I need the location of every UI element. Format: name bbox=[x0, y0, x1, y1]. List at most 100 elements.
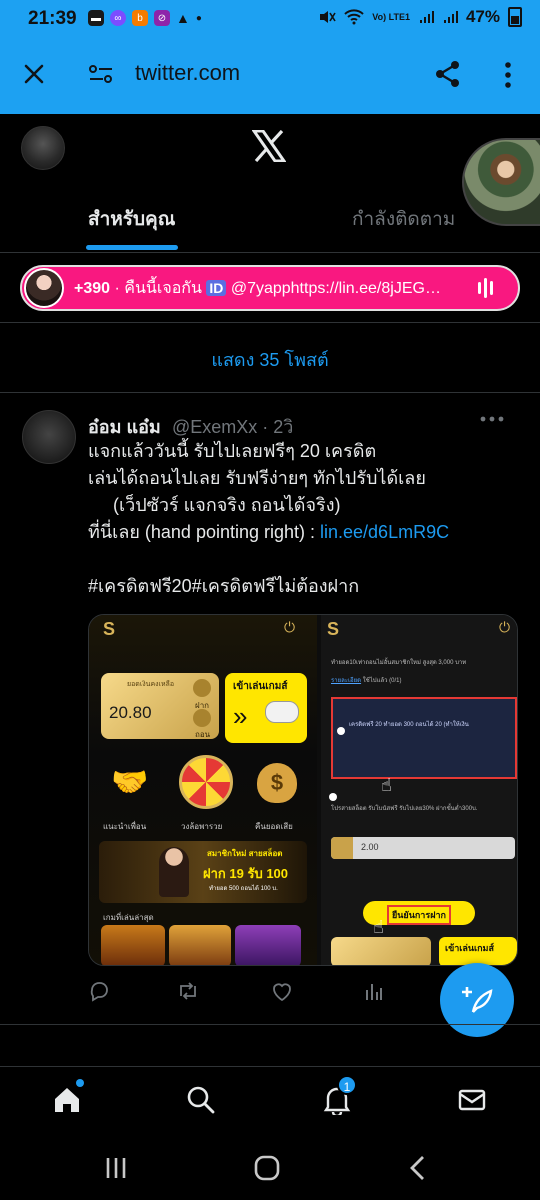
tweet-author-name[interactable]: อ๋อม แอ๋ม bbox=[88, 412, 161, 441]
live-space-banner[interactable]: +390 · คืนนี้เจอกัน ID @7yapphttps://lin… bbox=[20, 265, 520, 311]
free-credit-option[interactable]: เครดิตฟรี 20 ทำยอด 300 ถอนได้ 20 (ทำให้เ… bbox=[331, 697, 517, 779]
tweet-hashtags[interactable]: #เครดิตฟรี20#เครดิตฟรีไม่ต้องฝาก bbox=[88, 573, 518, 600]
mute-icon bbox=[320, 11, 336, 23]
audio-bars-icon bbox=[478, 278, 493, 298]
tab-following[interactable]: กำลังติดตาม bbox=[352, 204, 455, 234]
promo-model-image bbox=[159, 847, 189, 897]
wheel-icon bbox=[179, 755, 233, 809]
menu-referral: แนะนำเพื่อน bbox=[103, 822, 147, 831]
site-settings-icon[interactable] bbox=[88, 63, 114, 85]
messages-icon[interactable] bbox=[457, 1085, 487, 1115]
balance-label: ยอดเงินคงเหลือ bbox=[127, 681, 175, 688]
gamepad-icon bbox=[265, 701, 299, 723]
warning-icon: ▲ bbox=[176, 10, 190, 26]
chat-notification-icon: ▬ bbox=[88, 10, 104, 26]
link-notification-icon: ⊘ bbox=[154, 10, 170, 26]
more-vert-icon[interactable] bbox=[503, 61, 513, 89]
tab-for-you[interactable]: สำหรับคุณ bbox=[88, 204, 175, 234]
live-banner-text: +390 · คืนนี้เจอกัน ID @7yapphttps://lin… bbox=[74, 276, 472, 301]
promo-banner[interactable]: สมาชิกใหม่ สายสล็อต ฝาก 19 รับ 100 ทำยอด… bbox=[99, 841, 307, 903]
tweet-link[interactable]: lin.ee/d6LmR9C bbox=[320, 522, 449, 542]
share-icon[interactable] bbox=[434, 60, 462, 88]
compose-post-button[interactable] bbox=[440, 963, 514, 1037]
tweet-more-icon[interactable] bbox=[480, 416, 504, 422]
tweet-link-prefix: ที่นี่เลย (hand pointing right) : bbox=[88, 522, 321, 542]
power-icon: ⏻ bbox=[284, 619, 296, 635]
confirm-deposit-label: ยืนยันการฝาก bbox=[387, 905, 451, 925]
search-icon[interactable] bbox=[186, 1085, 216, 1115]
profile-avatar[interactable] bbox=[21, 126, 65, 170]
tweet-text: แจกแล้ววันนี้ รับไปเลยฟรีๆ 20 เครดิต เล่… bbox=[88, 438, 518, 600]
power-icon: ⏻ bbox=[499, 619, 511, 635]
battery-icon bbox=[508, 7, 522, 27]
promo-title: สมาชิกใหม่ สายสล็อต bbox=[207, 849, 283, 858]
tweet-divider bbox=[0, 1024, 540, 1025]
notification-icons: ▬ ∞ b ⊘ ▲ ● bbox=[88, 10, 202, 26]
play-games-card-small[interactable]: เข้าเล่นเกมส์ bbox=[439, 937, 517, 965]
game-thumb[interactable] bbox=[101, 925, 165, 965]
views-icon[interactable] bbox=[364, 980, 384, 1002]
hand-cursor-icon: ☝ bbox=[373, 917, 384, 937]
game-thumb[interactable] bbox=[235, 925, 301, 965]
play-games-card[interactable]: เข้าเล่นเกมส์ » bbox=[225, 673, 307, 743]
balance-card-small bbox=[331, 937, 431, 965]
bottom-nav: 1 bbox=[0, 1066, 540, 1136]
tweet-line: เล่นได้ถอนไปเลย รับฟรีง่ายๆ ทักไปรับได้เ… bbox=[88, 468, 426, 488]
recent-games-label: เกมที่เล่นล่าสุด bbox=[103, 913, 154, 922]
status-bar: 21:39 ▬ ∞ b ⊘ ▲ ● Vo) LTE1 47% bbox=[0, 0, 540, 38]
promo-desc-1: ทำยอด10เท่าถอนไม่อั้นสมาชิกใหม่ สูงสุด 3… bbox=[331, 660, 467, 666]
promo-sub: ทำยอด 500 ถอนได้ 100 บ. bbox=[209, 886, 278, 892]
floating-profile-avatar[interactable] bbox=[462, 138, 540, 226]
tweet-author-avatar[interactable] bbox=[22, 410, 76, 464]
home-button-icon[interactable] bbox=[254, 1155, 280, 1181]
balance-value: 20.80 bbox=[109, 703, 152, 722]
quota-1: ใช้ไปแล้ว (0/1) bbox=[362, 678, 402, 684]
signal2-icon bbox=[443, 11, 458, 23]
money-icon bbox=[331, 837, 353, 859]
tweet-media[interactable]: S ⏻ ยอดเงินคงเหลือ 20.80 ฝาก ถอน เข้าเล่… bbox=[88, 614, 518, 966]
game-thumb[interactable] bbox=[169, 925, 231, 965]
amount-input[interactable]: 2.00 bbox=[331, 837, 515, 859]
close-icon[interactable] bbox=[23, 63, 45, 85]
handshake-icon: 🤝 bbox=[111, 766, 149, 799]
promo-main: ฝาก 19 รับ 100 bbox=[203, 866, 289, 881]
free-credit-text: เครดิตฟรี 20 ทำยอด 300 ถอนได้ 20 (ทำให้เ… bbox=[349, 722, 469, 728]
status-right: Vo) LTE1 47% bbox=[318, 7, 522, 27]
show-more-posts[interactable]: แสดง 35 โพสต์ bbox=[0, 345, 540, 374]
media-left-screenshot[interactable]: S ⏻ ยอดเงินคงเหลือ 20.80 ฝาก ถอน เข้าเล่… bbox=[89, 615, 317, 965]
live-listener-count: +390 bbox=[74, 279, 111, 297]
detail-link[interactable]: รายละเอียด bbox=[331, 678, 361, 684]
retweet-icon[interactable] bbox=[176, 980, 200, 1002]
tweet-line: แจกแล้ววันนี้ รับไปเลยฟรีๆ 20 เครดิต bbox=[88, 441, 377, 461]
media-right-screenshot[interactable]: S ⏻ ทำยอด10เท่าถอนไม่อั้นสมาชิกใหม่ สูงส… bbox=[321, 615, 517, 965]
signal1-icon bbox=[419, 11, 434, 23]
tab-active-indicator bbox=[86, 245, 178, 250]
amount-value: 2.00 bbox=[361, 842, 379, 852]
home-icon[interactable] bbox=[52, 1085, 82, 1115]
app-notification-icon: ∞ bbox=[110, 10, 126, 26]
menu-wheel: วงล้อพารวย bbox=[181, 822, 223, 831]
withdraw-label: ถอน bbox=[195, 730, 211, 739]
hand-cursor-icon: ☝ bbox=[381, 775, 392, 795]
promo-desc-3: โปรสายสล็อต รับโบนัสฟรี รับไปเลย30% ฝากข… bbox=[331, 806, 478, 812]
arrow-icon: » bbox=[233, 701, 248, 731]
radio-selected[interactable] bbox=[337, 727, 345, 735]
recent-apps-icon[interactable] bbox=[104, 1156, 128, 1180]
balance-card: ยอดเงินคงเหลือ 20.80 ฝาก ถอน bbox=[101, 673, 219, 739]
back-icon[interactable] bbox=[408, 1155, 428, 1181]
compose-feather-icon bbox=[462, 987, 493, 1013]
radio-unselected[interactable] bbox=[329, 793, 337, 801]
reply-icon[interactable] bbox=[88, 980, 110, 1002]
url-text[interactable]: twitter.com bbox=[135, 60, 240, 86]
like-icon[interactable] bbox=[270, 980, 294, 1002]
logo-icon: S bbox=[327, 619, 340, 639]
home-new-dot bbox=[76, 1079, 84, 1087]
play-games-label: เข้าเล่นเกมส์ bbox=[233, 681, 288, 692]
play-games-label-small: เข้าเล่นเกมส์ bbox=[445, 943, 494, 953]
quota-row: รายละเอียด ใช้ไปแล้ว (0/1) bbox=[331, 675, 402, 685]
notifications-badge: 1 bbox=[337, 1075, 357, 1095]
tweet-author-handle[interactable]: @ExemXx · 2วิ bbox=[172, 412, 293, 441]
x-logo-icon[interactable] bbox=[252, 130, 286, 162]
more-notifications-icon: ● bbox=[195, 12, 202, 24]
live-handle: @7yapphttps://lin.ee/8jJEG… bbox=[226, 279, 441, 297]
